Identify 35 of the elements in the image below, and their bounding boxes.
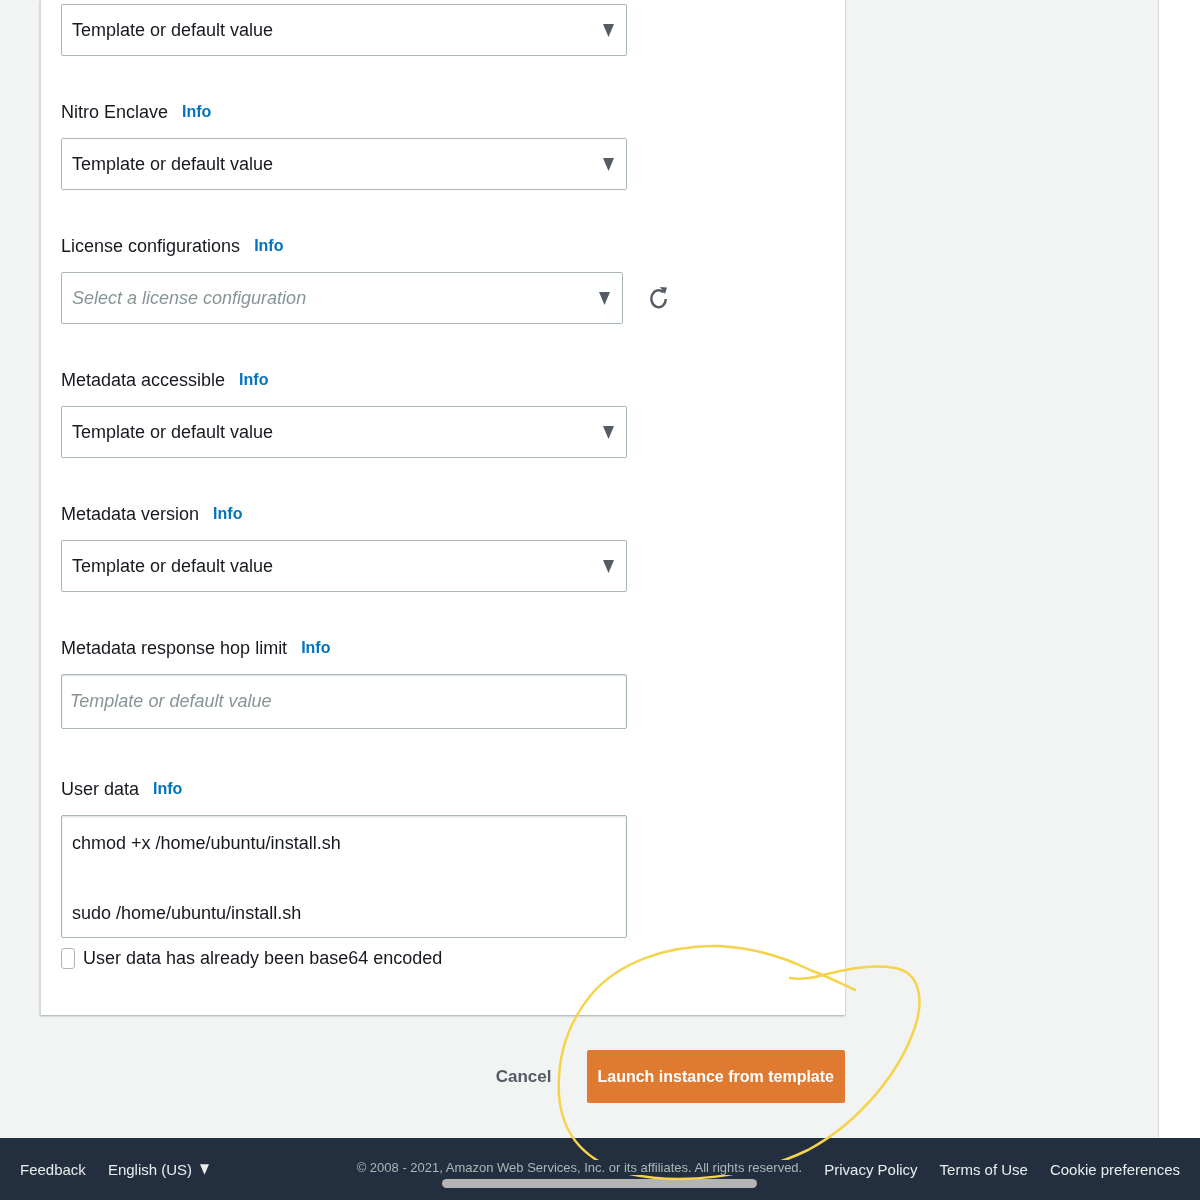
caret-down-icon (599, 291, 610, 305)
info-link[interactable]: Info (254, 237, 284, 255)
dropdown-select[interactable]: Template or default value (61, 406, 627, 458)
caret-down-icon (603, 425, 614, 439)
info-link[interactable]: Info (301, 639, 331, 657)
footer-link[interactable]: Cookie preferences (1049, 1160, 1180, 1178)
caret-down-icon (603, 23, 614, 37)
field-label: Nitro Enclave (61, 101, 169, 123)
info-link[interactable]: Info (213, 505, 243, 523)
language-selector[interactable]: English (US) (107, 1160, 210, 1178)
info-link[interactable]: Info (239, 371, 269, 389)
caret-down-icon (603, 157, 614, 171)
caret-down-icon (200, 1163, 210, 1175)
cancel-button[interactable]: Cancel (492, 1060, 555, 1093)
field-label: Metadata response hop limit (61, 637, 288, 659)
footer-link[interactable]: Terms of Use (939, 1160, 1028, 1178)
refresh-icon[interactable] (650, 285, 668, 311)
dropdown-select[interactable]: Template or default value (61, 4, 627, 56)
dropdown-select[interactable]: Template or default value (61, 138, 627, 190)
text-input-field[interactable]: Template or default value (61, 674, 627, 729)
user-data-textarea[interactable]: chmod +x /home/ubuntu/install.sh sudo /home/ubuntu/install.sh (61, 815, 627, 938)
field-label: Metadata version (61, 503, 200, 525)
info-link[interactable]: Info (153, 780, 183, 798)
checkbox-label: User data has already been base64 encoded (83, 948, 443, 969)
field-label: Metadata accessible (61, 369, 226, 391)
scrollbar-thumb[interactable] (442, 1179, 757, 1188)
caret-down-icon (603, 559, 614, 573)
field-label: User data (61, 778, 140, 800)
copyright-text: © 2008 - 2021, Amazon Web Services, Inc. or its affiliates. All rights reserved. (356, 1159, 803, 1175)
feedback-link[interactable]: Feedback (20, 1160, 86, 1178)
checkbox[interactable] (61, 948, 75, 969)
footer-link[interactable]: Privacy Policy (824, 1160, 918, 1178)
info-link[interactable]: Info (182, 103, 212, 121)
field-label: License configurations (61, 235, 241, 257)
dropdown-select[interactable]: Template or default value (61, 540, 627, 592)
